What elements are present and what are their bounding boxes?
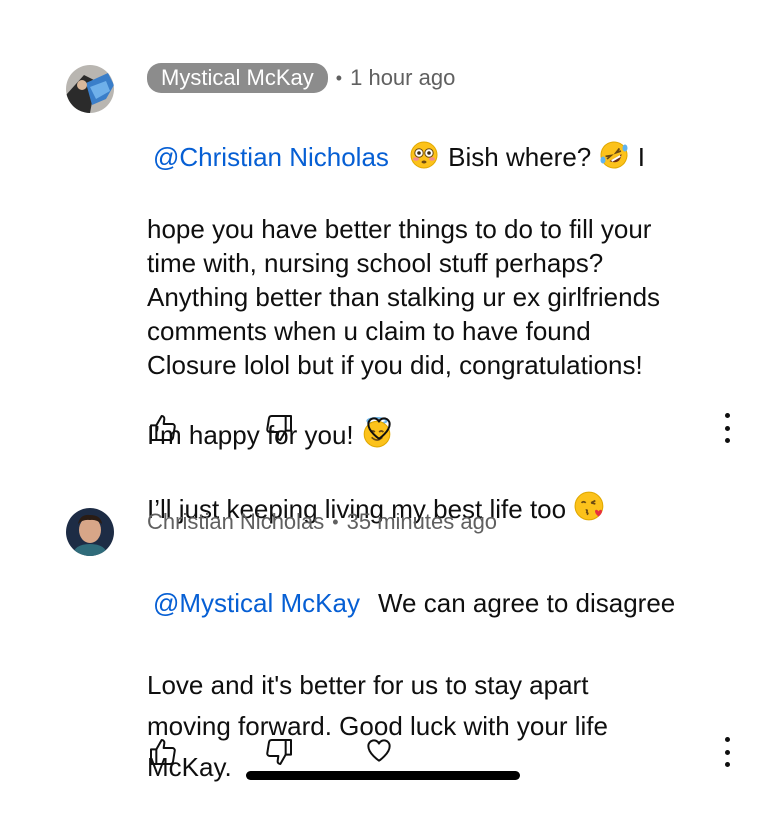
mention-link[interactable]: @Christian Nicholas xyxy=(153,142,389,172)
home-indicator[interactable] xyxy=(246,771,520,780)
comment-text-lines: Love and it's better for us to stay apar… xyxy=(147,670,608,782)
comment-body: @Mystical McKay We can agree to disagree … xyxy=(147,542,737,829)
timestamp[interactable]: 1 hour ago xyxy=(350,65,455,91)
comment-first-line: @Mystical McKay We can agree to disagree xyxy=(147,583,737,624)
author-name[interactable]: Christian Nicholas xyxy=(147,509,324,535)
more-vert-icon[interactable] xyxy=(720,413,734,443)
comment-meta: Mystical McKay • 1 hour ago xyxy=(147,63,455,93)
author-name[interactable]: Mystical McKay xyxy=(147,63,328,93)
thumbs-up-icon[interactable] xyxy=(147,412,179,444)
timestamp[interactable]: 35 minutes ago xyxy=(347,509,497,535)
more-vert-icon[interactable] xyxy=(720,737,734,767)
avatar[interactable] xyxy=(66,65,114,113)
comment-meta: Christian Nicholas • 35 minutes ago xyxy=(147,509,497,535)
comment-text: Bish where? xyxy=(448,142,592,172)
thumbs-down-icon[interactable] xyxy=(263,412,295,444)
heart-icon[interactable] xyxy=(363,734,395,766)
flushed-face-icon xyxy=(407,140,441,178)
comment-happy-line: I’m happy for you! xyxy=(147,416,737,456)
comment-first-line: @Christian Nicholas Bish where? I xyxy=(147,140,737,178)
thumbs-up-icon[interactable] xyxy=(147,736,179,768)
mention-link[interactable]: @Mystical McKay xyxy=(153,588,360,618)
comment-text-lines: hope you have better things to do to fil… xyxy=(147,214,661,380)
comment-body: @Christian Nicholas Bish where? I hope y… xyxy=(147,106,737,564)
thumbs-down-icon[interactable] xyxy=(263,736,295,768)
rolling-laughing-face-icon xyxy=(598,140,630,178)
comment-text: We can agree to disagree xyxy=(377,588,676,618)
face-blowing-kiss-icon xyxy=(573,490,607,530)
avatar[interactable] xyxy=(66,508,114,556)
separator-dot: • xyxy=(332,511,339,532)
heart-icon[interactable] xyxy=(363,412,395,444)
separator-dot: • xyxy=(335,67,343,88)
comment-text-tail: I xyxy=(637,142,645,172)
